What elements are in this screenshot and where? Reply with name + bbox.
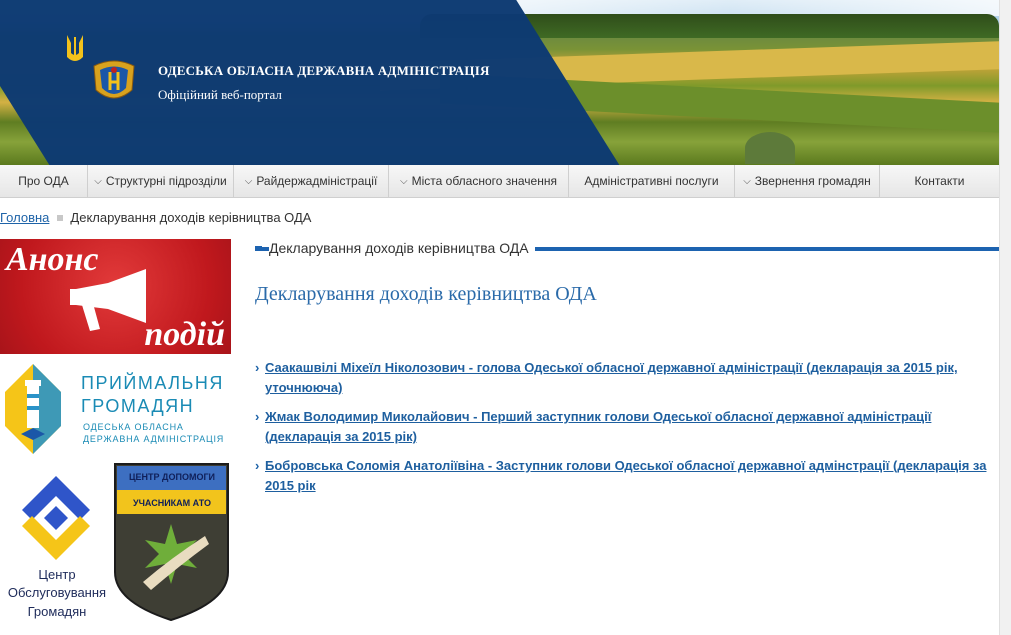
- ato-title-2: УЧАСНИКАМ АТО: [133, 498, 211, 508]
- nav-item-admin-services[interactable]: Адміністративні послуги: [569, 165, 735, 197]
- main-nav: Про ОДА ⌵ Структурні підрозділи ⌵ Райдер…: [0, 165, 999, 198]
- service-center-line-3: Громадян: [27, 604, 87, 619]
- nav-item-label: Контакти: [914, 174, 965, 188]
- lighthouse-icon: [5, 364, 61, 454]
- header-banner: ОДЕСЬКА ОБЛАСНА ДЕРЖАВНА АДМІНІСТРАЦІЯ О…: [0, 0, 999, 165]
- bullet-chevron-icon: ›: [255, 360, 260, 375]
- chevron-down-icon: ⌵: [400, 175, 408, 187]
- bullet-chevron-icon: ›: [255, 409, 260, 424]
- breadcrumb-separator: [57, 215, 64, 221]
- nav-item-contacts[interactable]: Контакти: [880, 165, 999, 197]
- list-item: › Жмак Володимир Миколайович - Перший за…: [255, 407, 995, 447]
- reception-sub-1: ОДЕСЬКА ОБЛАСНА: [83, 422, 184, 432]
- org-title[interactable]: ОДЕСЬКА ОБЛАСНА ДЕРЖАВНА АДМІНІСТРАЦІЯ: [158, 63, 490, 79]
- bullet-chevron-icon: ›: [255, 458, 260, 473]
- section-header-marker: [255, 246, 262, 251]
- nav-item-district-admins[interactable]: ⌵ Райдержадміністрації: [234, 165, 389, 197]
- anons-word-2: подій: [144, 316, 225, 353]
- trident-icon: [67, 35, 83, 61]
- nav-item-label: Структурні підрозділи: [105, 174, 227, 188]
- page-title: Декларування доходів керівництва ОДА: [255, 283, 597, 305]
- nav-item-label: Про ОДА: [18, 174, 69, 188]
- nav-item-citizen-appeals[interactable]: ⌵ Звернення громадян: [735, 165, 880, 197]
- declaration-link-zhmak[interactable]: Жмак Володимир Миколайович - Перший заст…: [265, 409, 931, 444]
- nav-item-cities[interactable]: ⌵ Міста обласного значення: [389, 165, 569, 197]
- breadcrumb-current: Декларування доходів керівництва ОДА: [70, 210, 312, 225]
- breadcrumb: Головна Декларування доходів керівництва …: [0, 210, 311, 225]
- service-center-line-1: Центр: [38, 567, 76, 582]
- section-header: Декларування доходів керівництва ОДА: [255, 240, 999, 258]
- chevron-down-icon: ⌵: [94, 175, 102, 187]
- service-center-banner[interactable]: Центр Обслуговування Громадян: [0, 470, 114, 625]
- nav-item-label: Звернення громадян: [754, 174, 871, 188]
- reception-sub-2: ДЕРЖАВНА АДМІНІСТРАЦІЯ: [83, 434, 225, 444]
- ato-help-center-banner[interactable]: ЦЕНТР ДОПОМОГИ УЧАСНИКАМ АТО: [113, 462, 230, 622]
- breadcrumb-home-link[interactable]: Головна: [0, 210, 49, 225]
- citizens-reception-banner[interactable]: ПРИЙМАЛЬНЯ ГРОМАДЯН ОДЕСЬКА ОБЛАСНА ДЕРЖ…: [0, 362, 231, 456]
- events-announcement-banner[interactable]: Анонс подій: [0, 239, 231, 354]
- nav-item-label: Адміністративні послуги: [584, 174, 719, 188]
- nav-item-label: Райдержадміністрації: [256, 174, 378, 188]
- declarations-list: › Саакашвілі Міхеїл Ніколозович - голова…: [255, 358, 995, 505]
- reception-title-1: ПРИЙМАЛЬНЯ: [81, 373, 224, 393]
- list-item: › Саакашвілі Міхеїл Ніколозович - голова…: [255, 358, 995, 398]
- service-center-line-2: Обслуговування: [7, 585, 107, 600]
- reception-title-2: ГРОМАДЯН: [81, 396, 195, 416]
- banner-tree: [745, 132, 795, 164]
- coat-of-arms-icon[interactable]: [88, 56, 140, 106]
- declaration-link-saakashvili[interactable]: Саакашвілі Міхеїл Ніколозович - голова О…: [265, 360, 958, 395]
- declaration-link-bobrovska[interactable]: Бобровська Соломія Анатоліївіна - Заступ…: [265, 458, 986, 493]
- list-item: › Бобровська Соломія Анатоліївіна - Заст…: [255, 456, 995, 496]
- nav-item-label: Міста обласного значення: [411, 174, 557, 188]
- ato-title-1: ЦЕНТР ДОПОМОГИ: [128, 472, 216, 482]
- chevron-down-icon: ⌵: [743, 175, 751, 187]
- page-scrollbar[interactable]: [999, 0, 1011, 635]
- nav-item-structural-units[interactable]: ⌵ Структурні підрозділи: [88, 165, 234, 197]
- org-subtitle: Офіційний веб-портал: [158, 87, 282, 102]
- ato-shield-icon: [114, 463, 229, 622]
- chevron-down-icon: ⌵: [244, 175, 253, 187]
- nav-item-about[interactable]: Про ОДА: [0, 165, 88, 197]
- section-header-text: Декларування доходів керівництва ОДА: [269, 240, 535, 256]
- service-center-logo-icon: [22, 476, 90, 560]
